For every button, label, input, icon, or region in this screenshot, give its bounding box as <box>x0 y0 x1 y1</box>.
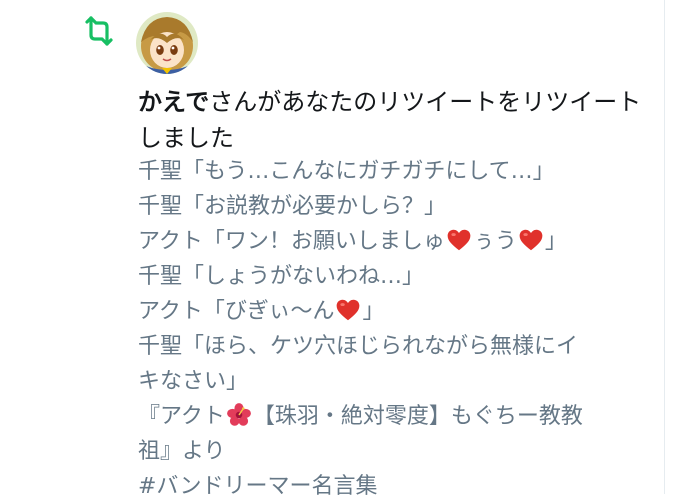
tweet-line: 千聖「ほら、ケツ穴ほじられながら無様にイ <box>138 329 650 364</box>
tweet-line-text: アクト「びぎぃ〜ん <box>138 299 335 324</box>
user-name[interactable]: かえで <box>138 88 209 116</box>
tweet-line-text: 祖』より <box>138 439 226 464</box>
red-heart-icon <box>337 299 360 321</box>
divider <box>664 0 665 494</box>
tweet-line-text: 」 <box>544 229 567 254</box>
tweet-line-text: 【珠羽・絶対零度】もぐちー教教 <box>252 404 583 429</box>
tweet-line-text: 千聖「しょうがないわね…」 <box>138 264 425 289</box>
tweet-line: 千聖「しょうがないわね…」 <box>138 259 650 294</box>
tweet-text[interactable]: 千聖「もう…こんなにガチガチにして…」 千聖「お説教が必要かしら？」 アクト「ワ… <box>138 154 650 504</box>
tweet-line: 祖』より <box>138 434 650 469</box>
tweet-line: アクト「ワン！お願いしましゅ ぅう 」 <box>138 224 650 259</box>
tweet-line: 千聖「お説教が必要かしら？」 <box>138 189 650 224</box>
red-heart-icon <box>519 229 543 251</box>
action-text: さんがあなたのリツイートをリツイートしました <box>138 88 642 152</box>
tweet-line: 千聖「もう…こんなにガチガチにして…」 <box>138 154 650 189</box>
tweet-line-text: キなさい」 <box>138 369 249 394</box>
tweet-line-text: アクト「ワン！お願いしましゅ <box>138 229 445 254</box>
red-heart-icon <box>447 229 471 251</box>
avatar[interactable] <box>136 12 198 74</box>
hashtag-text[interactable]: #バンドリーマー名言集 <box>138 474 378 499</box>
hashtag-link[interactable]: #バンドリーマー名言集 <box>138 469 650 504</box>
retweet-icon <box>85 16 113 46</box>
tweet-line: 『アクト 【珠羽・絶対零度】もぐちー教教 <box>138 399 650 434</box>
tweet-line-text: 『アクト <box>138 404 225 429</box>
tweet-line-text: 千聖「お説教が必要かしら？」 <box>138 194 447 219</box>
tweet-line: アクト「びぎぃ〜ん 」 <box>138 294 650 329</box>
tweet-line-text: 」 <box>362 299 385 324</box>
tweet-line-text: 千聖「ほら、ケツ穴ほじられながら無様にイ <box>138 334 579 359</box>
retweet-notification[interactable]: かえでさんがあなたのリツイートをリツイートしました 千聖「もう…こんなにガチガチ… <box>0 0 680 499</box>
tweet-line-text: 千聖「もう…こんなにガチガチにして…」 <box>138 159 555 184</box>
tweet-line-text: ぅう <box>472 229 517 254</box>
notification-headline: かえでさんがあなたのリツイートをリツイートしました <box>138 84 648 156</box>
user-avatar-icon <box>136 12 198 74</box>
hibiscus-icon <box>226 403 251 426</box>
tweet-line: キなさい」 <box>138 364 650 399</box>
